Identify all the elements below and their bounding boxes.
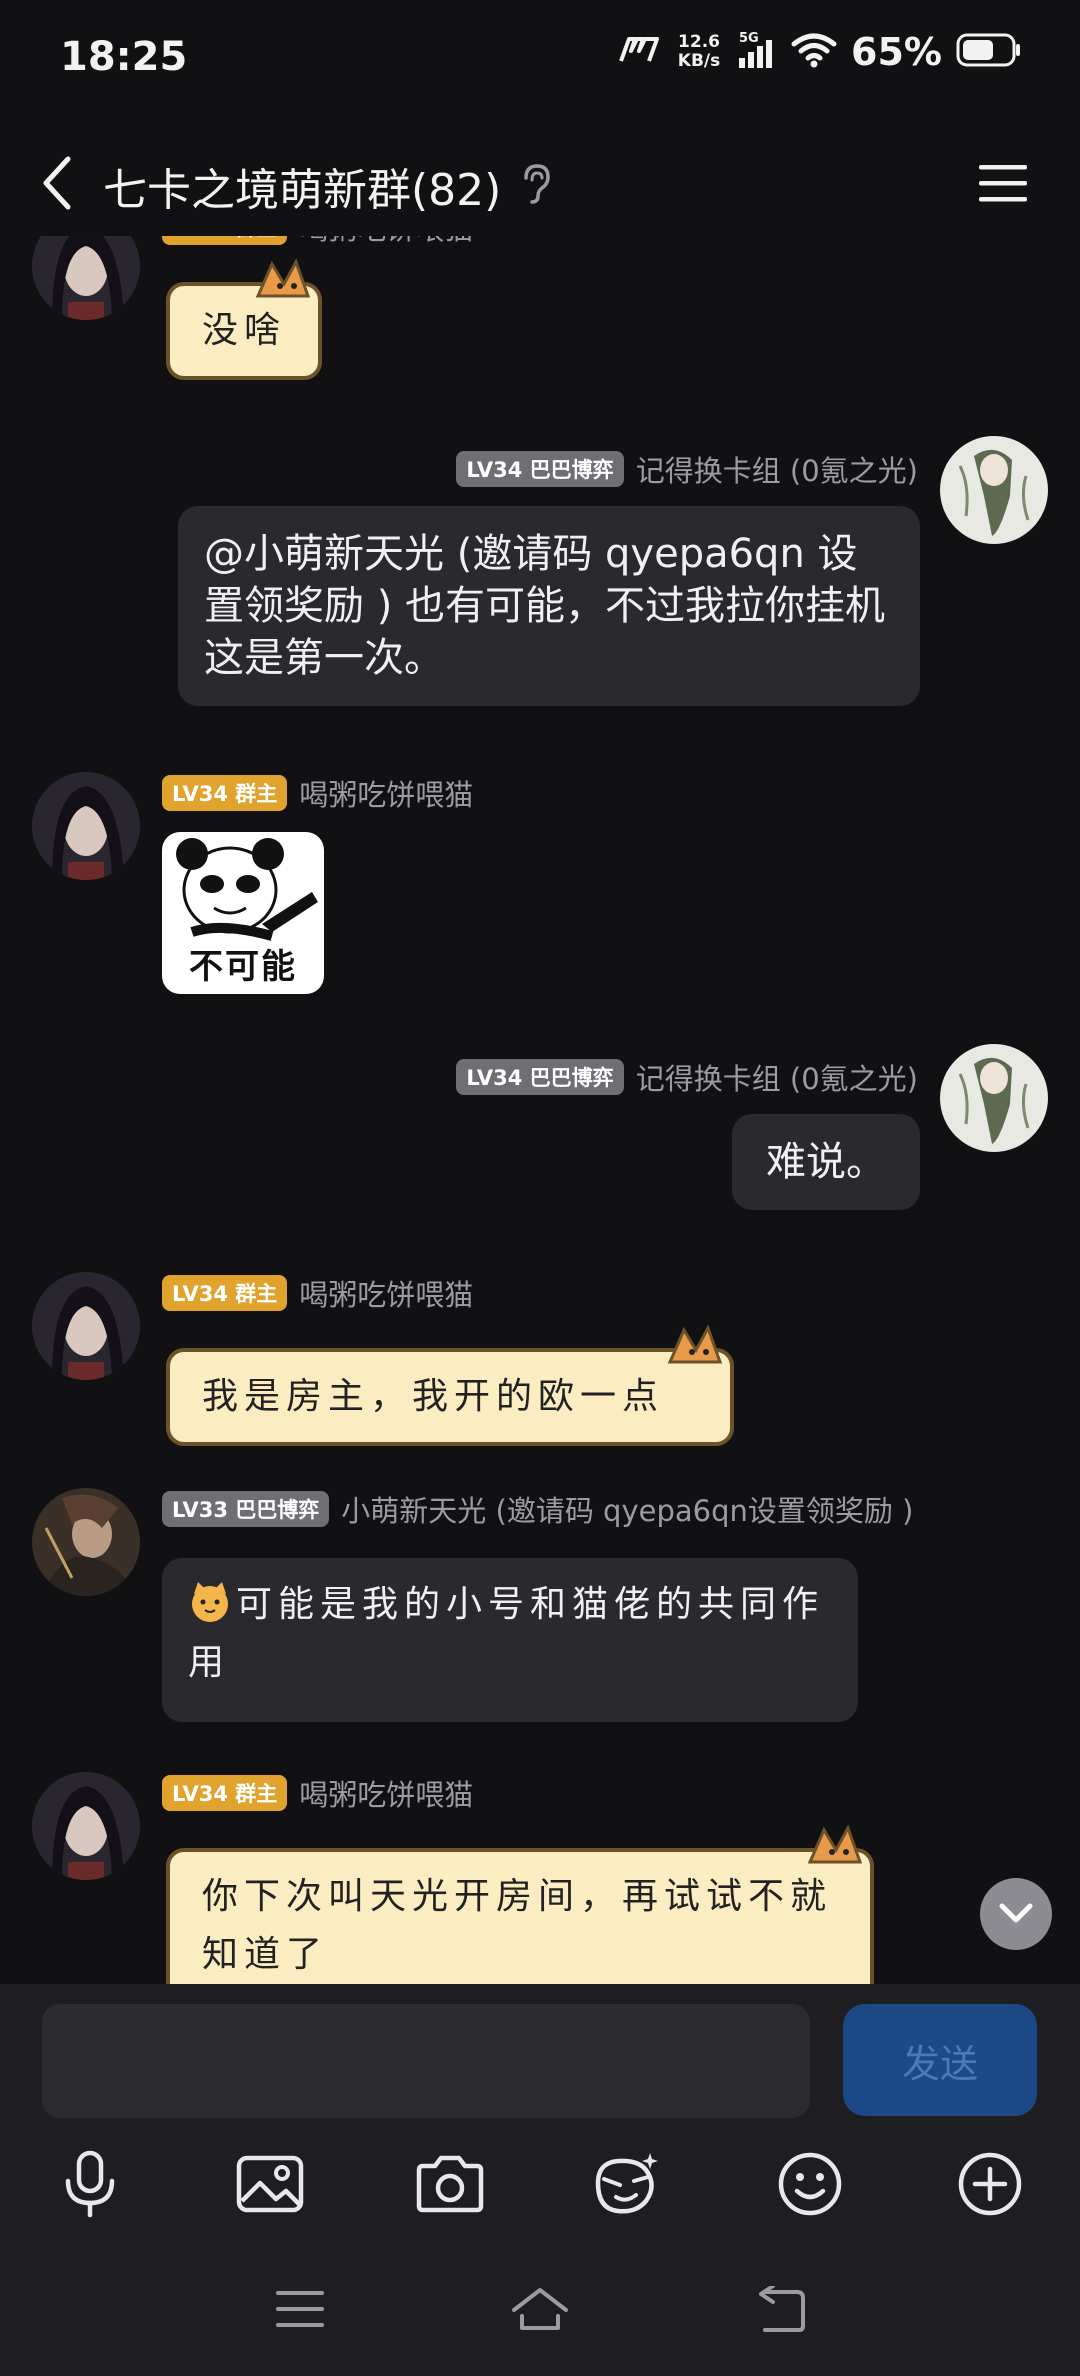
avatar[interactable]: [940, 436, 1048, 544]
sender-name[interactable]: 记得换卡组 (0氪之光): [636, 448, 918, 490]
microphone-icon: [65, 2150, 115, 2218]
avatar[interactable]: [32, 1772, 140, 1880]
system-back-button[interactable]: [740, 2274, 820, 2344]
level-badge: LV34 群主: [162, 1775, 288, 1811]
net-speed: 12.6 KB/s: [675, 33, 723, 71]
level-badge: LV33 巴巴博弈: [162, 1491, 330, 1527]
message-list[interactable]: LV34 群主 喝粥吃饼喂猫 没啥 LV34 巴巴博弈 记得换卡组 (0氪之光)…: [0, 236, 1080, 1984]
ear-icon[interactable]: [518, 162, 554, 206]
home-icon: [512, 2288, 568, 2330]
message-text: 难说。: [766, 1139, 886, 1185]
toolbar: [0, 2126, 1080, 2236]
sticker-caption: 不可能: [189, 947, 297, 987]
image-icon: [236, 2155, 304, 2213]
system-navigation-bar: [0, 2236, 1080, 2376]
message-bubble[interactable]: 可能是我的小号和猫佬的共同作用: [162, 1558, 858, 1722]
cat-decoration-icon: [807, 1824, 863, 1864]
cat-emoji-icon: [192, 1582, 228, 1622]
signal-icon: 5G: [737, 30, 777, 74]
wifi-icon: [791, 32, 837, 72]
message-meta: LV34 巴巴博弈 记得换卡组 (0氪之光): [456, 1056, 918, 1098]
sticker-image[interactable]: 不可能: [162, 832, 324, 994]
message-meta: LV34 群主 喝粥吃饼喂猫: [162, 1272, 473, 1314]
cat-decoration-icon: [667, 1324, 723, 1364]
sender-name[interactable]: 喝粥吃饼喂猫: [299, 1272, 473, 1314]
message-input[interactable]: [42, 2004, 810, 2118]
avatar[interactable]: [940, 1044, 1048, 1152]
carrier-logo-icon: [617, 35, 661, 69]
level-badge: LV34 群主: [162, 1275, 288, 1311]
message-bubble[interactable]: @小萌新天光 (邀请码 qyepa6qn 设置领奖励 ) 也有可能，不过我拉你挂…: [178, 506, 920, 706]
status-bar: 18:25 12.6 KB/s 5G 65%: [0, 0, 1080, 120]
message-bubble[interactable]: 没啥: [166, 258, 323, 380]
message-text: @小萌新天光 (邀请码 qyepa6qn 设置领奖励 ) 也有可能，不过我拉你挂…: [204, 531, 886, 681]
scroll-to-bottom-button[interactable]: [980, 1878, 1052, 1950]
avatar[interactable]: [32, 1272, 140, 1380]
menu-icon: [276, 2291, 324, 2327]
send-button[interactable]: 发送: [843, 2004, 1037, 2116]
recent-apps-button[interactable]: [260, 2274, 340, 2344]
level-badge: LV34 群主: [162, 775, 288, 811]
message-meta: LV34 群主 喝粥吃饼喂猫: [162, 772, 473, 814]
status-indicators: 12.6 KB/s 5G 65%: [617, 30, 1022, 74]
more-button[interactable]: [950, 2144, 1030, 2224]
level-badge: LV34 巴巴博弈: [456, 451, 624, 487]
sender-name[interactable]: 小萌新天光 (邀请码 qyepa6qn设置领奖励 ): [341, 1488, 913, 1530]
input-bar: 发送: [0, 1984, 1080, 2126]
level-badge: LV34 群主: [162, 236, 288, 245]
camera-icon: [416, 2155, 484, 2213]
gallery-button[interactable]: [230, 2144, 310, 2224]
level-badge: LV34 巴巴博弈: [456, 1059, 624, 1095]
chevron-down-icon: [999, 1903, 1033, 1923]
plus-circle-icon: [958, 2152, 1022, 2216]
message-meta: LV34 群主 喝粥吃饼喂猫: [162, 236, 473, 248]
status-time: 18:25: [60, 34, 188, 80]
avatar[interactable]: [32, 772, 140, 880]
title-bar: 七卡之境萌新群(82): [0, 130, 1080, 235]
battery-percent: 65%: [851, 30, 942, 74]
message-meta: LV34 群主 喝粥吃饼喂猫: [162, 1772, 473, 1814]
message-text: 我是房主，我开的欧一点: [202, 1376, 665, 1417]
hamburger-icon: [979, 165, 1027, 202]
sender-name[interactable]: 记得换卡组 (0氪之光): [636, 1056, 918, 1098]
magic-face-icon: [595, 2153, 658, 2214]
chat-title[interactable]: 七卡之境萌新群(82): [103, 154, 501, 218]
sender-name[interactable]: 喝粥吃饼喂猫: [299, 772, 473, 814]
camera-button[interactable]: [410, 2144, 490, 2224]
smiley-icon: [778, 2152, 842, 2216]
net-speed-value: 12.6: [678, 32, 720, 52]
message-bubble[interactable]: 我是房主，我开的欧一点: [166, 1324, 734, 1446]
message-text: 没啥: [202, 310, 287, 351]
emoji-button[interactable]: [770, 2144, 850, 2224]
voice-button[interactable]: [50, 2144, 130, 2224]
sender-name[interactable]: 喝粥吃饼喂猫: [299, 1772, 473, 1814]
avatar[interactable]: [32, 236, 140, 320]
sender-name[interactable]: 喝粥吃饼喂猫: [299, 236, 473, 248]
message-text: 可能是我的小号和猫佬的共同作用: [188, 1584, 825, 1683]
magic-expression-button[interactable]: [586, 2144, 666, 2224]
back-button[interactable]: [28, 148, 88, 218]
message-text: 你下次叫天光开房间，再试试不就知道了: [202, 1876, 833, 1975]
cat-decoration-icon: [255, 258, 311, 298]
message-meta: LV34 巴巴博弈 记得换卡组 (0氪之光): [456, 448, 918, 490]
message-bubble[interactable]: 你下次叫天光开房间，再试试不就知道了: [166, 1824, 874, 1984]
chat-screen: 18:25 12.6 KB/s 5G 65% 七卡之境萌新群(82) 没啥 LV…: [0, 0, 1080, 2376]
chevron-left-icon: [43, 156, 71, 210]
message-meta: LV33 巴巴博弈 小萌新天光 (邀请码 qyepa6qn设置领奖励 ): [162, 1488, 913, 1530]
avatar[interactable]: [32, 1488, 140, 1596]
network-type: 5G: [739, 31, 759, 46]
message-bubble[interactable]: 难说。: [732, 1114, 920, 1210]
back-icon: [759, 2286, 805, 2332]
battery-icon: [956, 32, 1022, 72]
menu-button[interactable]: [970, 152, 1036, 214]
home-button[interactable]: [500, 2274, 580, 2344]
net-speed-unit: KB/s: [677, 51, 721, 71]
